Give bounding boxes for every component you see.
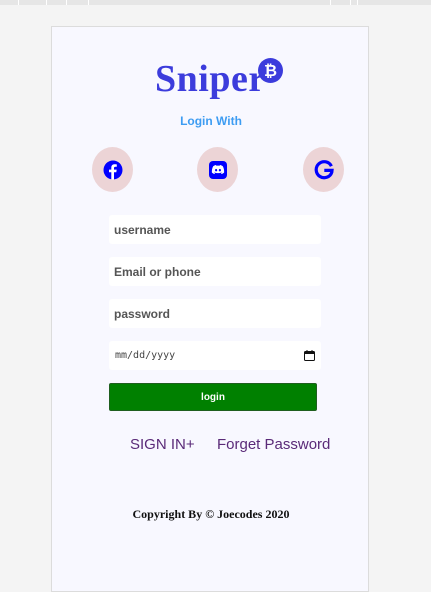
bitcoin-icon: ₿ (258, 58, 283, 83)
login-card: Sniper ₿ Login With mm/dd/yyyy logi (51, 26, 369, 592)
facebook-login-button[interactable] (92, 147, 133, 192)
email-or-phone-input[interactable] (109, 257, 321, 286)
discord-icon (208, 160, 227, 179)
browser-top-bar (0, 0, 431, 5)
date-placeholder: mm/dd/yyyy (115, 350, 176, 361)
google-login-button[interactable] (303, 147, 344, 192)
date-input[interactable]: mm/dd/yyyy (109, 341, 321, 370)
google-icon (314, 159, 334, 179)
login-with-label: Login With (180, 114, 242, 128)
sign-in-link[interactable]: SIGN IN+ (130, 436, 195, 453)
facebook-icon (103, 160, 122, 179)
forget-password-link[interactable]: Forget Password (217, 436, 330, 453)
copyright-text: Copyright By © Joecodes 2020 (132, 507, 290, 521)
discord-login-button[interactable] (197, 147, 238, 192)
username-input[interactable] (109, 215, 321, 244)
brand-title: Sniper (155, 58, 266, 100)
password-input[interactable] (109, 299, 321, 328)
calendar-icon[interactable] (304, 350, 315, 361)
login-button[interactable]: login (109, 383, 317, 411)
